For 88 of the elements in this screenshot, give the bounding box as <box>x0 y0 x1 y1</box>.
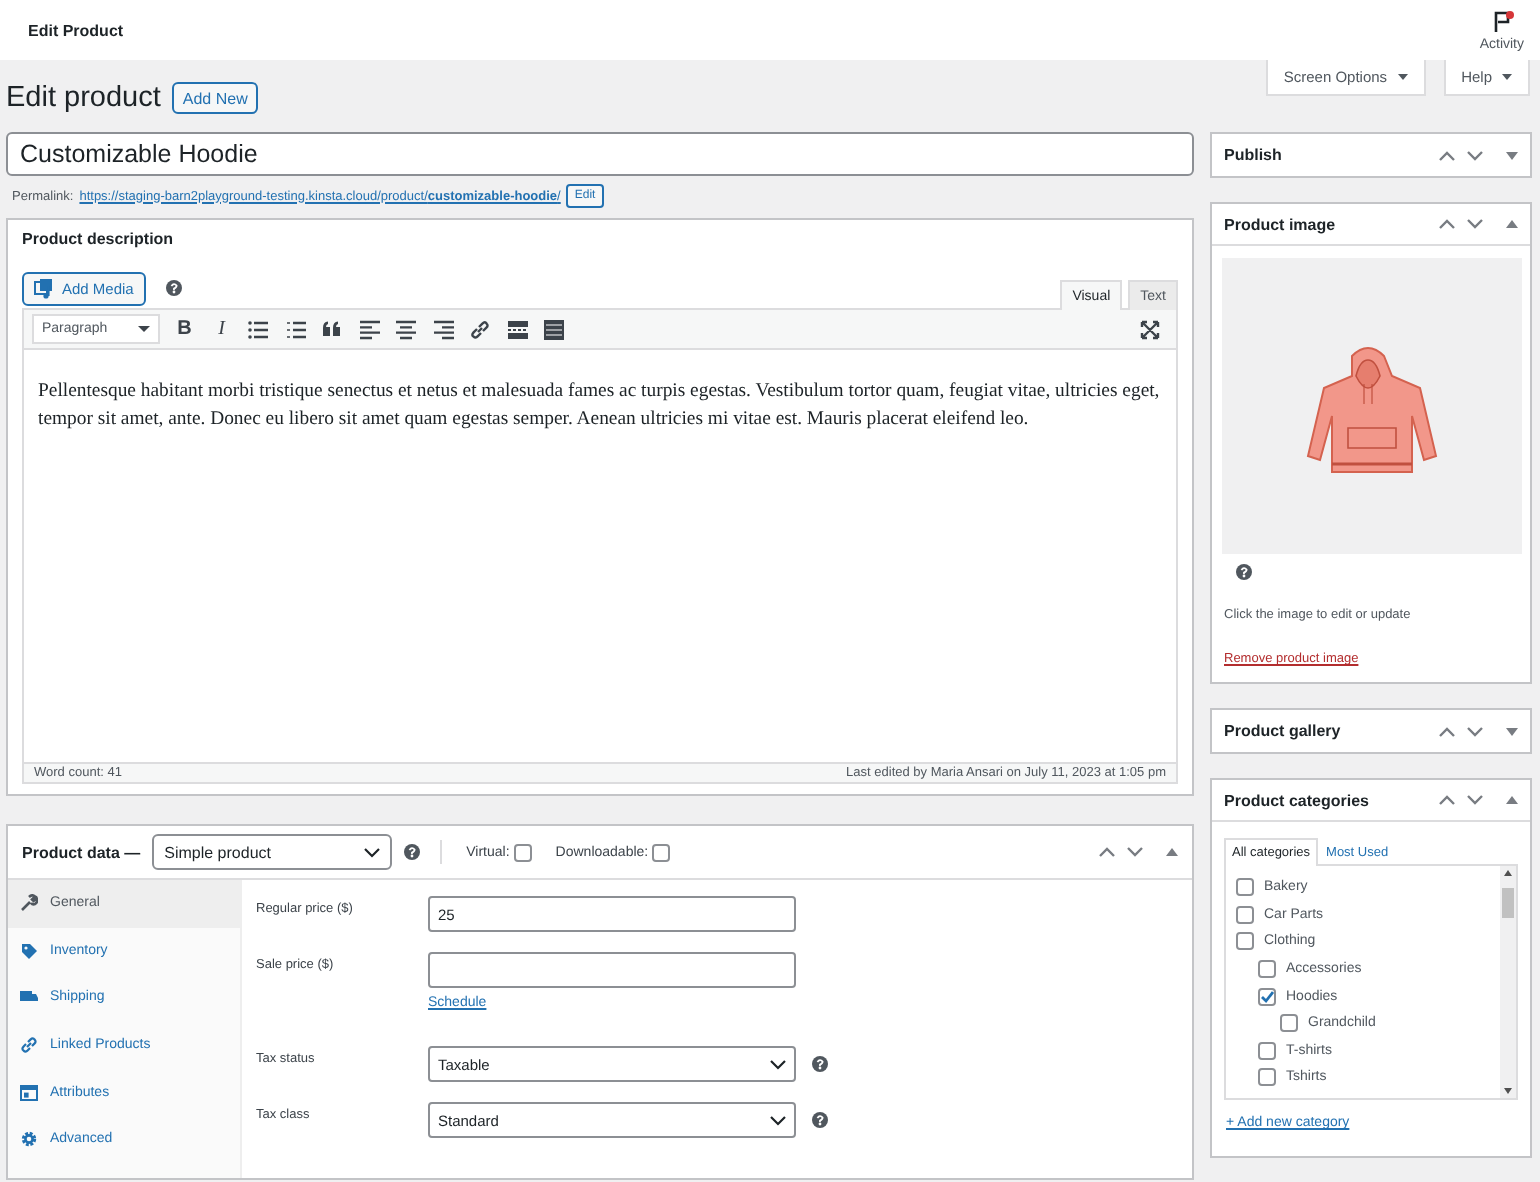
read-more-icon <box>507 319 528 339</box>
checkbox[interactable] <box>1258 987 1276 1006</box>
tag-icon <box>20 941 38 960</box>
triangle-icon <box>1506 727 1518 735</box>
chevron-up-icon <box>1438 218 1456 230</box>
triangle-icon <box>1506 220 1518 228</box>
move-up-button[interactable] <box>1438 218 1456 230</box>
link-icon <box>470 319 491 339</box>
italic-button[interactable]: I <box>203 318 240 340</box>
page-title: Edit Product <box>28 21 124 39</box>
toggle-panel-button[interactable] <box>1506 220 1518 228</box>
bulleted-list-icon <box>248 319 269 339</box>
chevron-up-icon <box>1098 846 1116 858</box>
fullscreen-icon <box>1139 319 1160 339</box>
chevron-up-icon <box>1438 149 1456 161</box>
toggle-panel-button[interactable] <box>1506 151 1518 159</box>
scroll-down-icon <box>1504 1088 1512 1094</box>
quote-icon <box>322 319 343 339</box>
panel-title: Product data — <box>22 843 141 861</box>
help-icon <box>812 1056 828 1072</box>
help-icon <box>812 1112 828 1128</box>
chevron-down-icon <box>1466 149 1484 161</box>
triangle-icon <box>1506 796 1518 804</box>
media-icon <box>34 277 54 299</box>
help-icon <box>1236 564 1252 580</box>
checkbox[interactable] <box>1236 932 1254 951</box>
help-icon <box>165 280 182 296</box>
numbered-list-icon <box>285 319 306 339</box>
scroll-up-icon <box>1504 870 1512 876</box>
chevron-down-icon <box>1466 794 1484 806</box>
chevron-down-icon <box>1466 218 1484 230</box>
toggle-panel-button[interactable] <box>1506 727 1518 735</box>
truck-icon <box>20 988 38 1007</box>
caret-icon <box>138 326 150 332</box>
chevron-down-icon <box>1126 846 1144 858</box>
checkbox[interactable] <box>1280 1014 1298 1033</box>
checkbox[interactable] <box>1258 1068 1276 1087</box>
checkbox[interactable] <box>1258 1041 1276 1060</box>
align-center-icon <box>396 319 417 339</box>
toggle-panel-button[interactable] <box>1506 796 1518 804</box>
triangle-icon <box>1166 848 1178 856</box>
gear-icon <box>20 1130 38 1149</box>
chevron-down-icon <box>770 1115 786 1125</box>
price-field[interactable] <box>428 952 796 988</box>
caret-icon <box>1502 74 1512 80</box>
panel-title: Product image <box>1224 215 1338 233</box>
chevron-down-icon <box>770 1059 786 1069</box>
chevron-up-icon <box>1438 725 1456 737</box>
move-down-button[interactable] <box>1466 725 1484 737</box>
move-up-button[interactable] <box>1438 794 1456 806</box>
move-down-button[interactable] <box>1466 149 1484 161</box>
product-type-select[interactable]: Simple product <box>152 834 393 870</box>
checkbox[interactable] <box>1236 878 1254 897</box>
panel-title: Product categories <box>1224 791 1371 809</box>
scrollbar[interactable] <box>1500 866 1516 1098</box>
move-down-button[interactable] <box>1466 218 1484 230</box>
caret-icon <box>1397 74 1408 80</box>
wrench-icon <box>20 894 38 913</box>
table-icon <box>20 1083 38 1102</box>
move-up-button[interactable] <box>1438 149 1456 161</box>
checkbox[interactable] <box>1258 960 1276 979</box>
add-new-button[interactable]: Add New <box>172 82 258 114</box>
bold-button[interactable]: B <box>166 318 203 340</box>
move-down-button[interactable] <box>1466 794 1484 806</box>
panel-title: Publish <box>1224 146 1284 164</box>
link-icon <box>20 1036 38 1055</box>
check-icon <box>1260 989 1274 1004</box>
toggle-panel-button[interactable] <box>1166 848 1178 856</box>
product-title-field[interactable]: Customizable Hoodie <box>6 132 1194 176</box>
chevron-down-icon <box>1466 725 1484 737</box>
chevron-down-icon <box>364 847 381 857</box>
move-down-button[interactable] <box>1126 846 1144 858</box>
align-left-icon <box>359 319 380 339</box>
panel-title: Product description <box>22 230 176 248</box>
toolbar-toggle-icon <box>544 319 565 339</box>
scrollbar-thumb[interactable] <box>1502 888 1514 918</box>
page-heading: Edit product <box>6 82 161 114</box>
align-right-icon <box>433 319 454 339</box>
panel-title: Product gallery <box>1224 722 1343 740</box>
product-image[interactable] <box>1222 258 1522 554</box>
move-up-button[interactable] <box>1098 846 1116 858</box>
checkbox[interactable] <box>1236 905 1254 924</box>
chevron-up-icon <box>1438 794 1456 806</box>
triangle-icon <box>1506 151 1518 159</box>
move-up-button[interactable] <box>1438 725 1456 737</box>
checkbox[interactable] <box>652 843 671 861</box>
help-icon <box>404 844 421 860</box>
checkbox[interactable] <box>513 843 532 861</box>
